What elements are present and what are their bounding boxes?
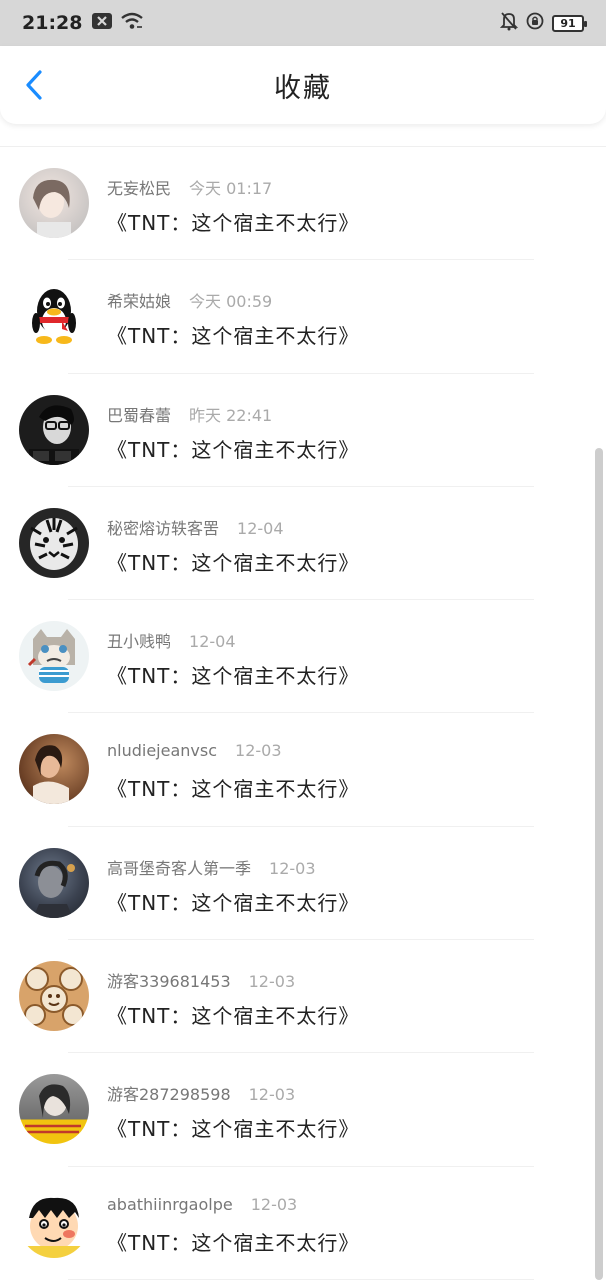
user-name: 游客339681453 (107, 972, 231, 992)
user-name: nludiejeanvsc (107, 741, 218, 761)
notification-x-icon (92, 13, 113, 33)
back-button[interactable] (18, 68, 50, 102)
avatar (19, 734, 89, 805)
book-title: 《TNT：这个宿主不太行》 (107, 664, 360, 689)
header-bar: 收藏 (0, 46, 606, 124)
status-left-icons (92, 12, 144, 34)
timestamp: 昨天 22:41 (189, 405, 273, 425)
avatar (19, 621, 89, 692)
battery-indicator: 91 (552, 14, 587, 32)
tiger-avatar-icon (30, 517, 78, 570)
status-right-icons: 91 (499, 11, 587, 35)
book-title: 《TNT：这个宿主不太行》 (107, 437, 360, 462)
user-name: 巴蜀春蕾 (107, 405, 172, 425)
timestamp: 12-03 (250, 1194, 298, 1214)
favorites-list: 无妄松民 今天 01:17 《TNT：这个宿主不太行》 希荣姑娘 今天 00:59 … (0, 146, 606, 1280)
avatar (19, 281, 89, 352)
list-item[interactable]: 巴蜀春蕾 昨天 22:41 《TNT：这个宿主不太行》 (0, 374, 606, 488)
user-name: 秘密熔访轶客罟 (107, 518, 220, 538)
avatar (19, 847, 89, 918)
avatar (19, 168, 89, 238)
book-title: 《TNT：这个宿主不太行》 (107, 777, 360, 802)
list-item[interactable]: 无妄松民 今天 01:17 《TNT：这个宿主不太行》 (0, 147, 606, 261)
favorites-screen: 21:28 91 收藏 无妄松民 今天 01:17 《TNT：这个宿主不太行》 … (0, 0, 606, 1280)
book-title: 《TNT：这个宿主不太行》 (107, 1004, 360, 1029)
avatar (19, 1187, 89, 1258)
status-time: 21:28 (22, 12, 83, 34)
timestamp: 12-04 (189, 632, 236, 652)
list-item[interactable]: 游客339681453 12-03 《TNT：这个宿主不太行》 (0, 940, 606, 1054)
user-name: 高哥堡奇客人第一季 (107, 858, 252, 878)
list-item[interactable]: 秘密熔访轶客罟 12-04 《TNT：这个宿主不太行》 (0, 487, 606, 601)
wifi-icon (120, 12, 144, 34)
grumpy-cat-avatar-icon (27, 629, 75, 684)
book-title: 《TNT：这个宿主不太行》 (107, 211, 360, 235)
user-name: abathiinrgaolpe (107, 1194, 233, 1214)
list-item[interactable]: abathiinrgaolpe 12-03 《TNT：这个宿主不太行》 (0, 1167, 606, 1280)
timestamp: 12-03 (248, 972, 296, 992)
book-title: 《TNT：这个宿主不太行》 (107, 1230, 360, 1255)
mute-bell-icon (499, 11, 519, 35)
timestamp: 12-03 (269, 858, 316, 878)
timestamp: 12-03 (248, 1085, 296, 1105)
page-title: 收藏 (274, 72, 332, 104)
dnd-icon (526, 12, 544, 34)
cartoon-boy-avatar-icon (27, 1197, 81, 1258)
user-name: 无妄松民 (107, 179, 172, 198)
timestamp: 今天 01:17 (189, 179, 273, 198)
list-item[interactable]: 游客287298598 12-03 《TNT：这个宿主不太行》 (0, 1053, 606, 1167)
user-name: 希荣姑娘 (107, 292, 172, 312)
list-item[interactable]: nludiejeanvsc 12-03 《TNT：这个宿主不太行》 (0, 713, 606, 828)
penguin-avatar-icon (32, 289, 76, 345)
list-item[interactable]: 高哥堡奇客人第一季 12-03 《TNT：这个宿主不太行》 (0, 827, 606, 941)
book-title: 《TNT：这个宿主不太行》 (107, 890, 360, 915)
status-bar: 21:28 91 (0, 0, 606, 46)
user-name: 游客287298598 (107, 1085, 231, 1105)
book-title: 《TNT：这个宿主不太行》 (107, 1117, 360, 1142)
book-title: 《TNT：这个宿主不太行》 (107, 324, 360, 349)
back-arrow-icon (26, 70, 42, 100)
list-item[interactable]: 丑小贱鸭 12-04 《TNT：这个宿主不太行》 (0, 600, 606, 714)
timestamp: 今天 00:59 (189, 292, 273, 312)
user-name: 丑小贱鸭 (107, 632, 172, 652)
timestamp: 12-03 (235, 741, 282, 761)
avatar (19, 507, 89, 578)
latte-art-avatar-icon (24, 967, 84, 1027)
book-title: 《TNT：这个宿主不太行》 (107, 550, 360, 575)
avatar (19, 961, 89, 1032)
timestamp: 12-04 (237, 518, 284, 538)
list-item[interactable]: 希荣姑娘 今天 00:59 《TNT：这个宿主不太行》 (0, 260, 606, 374)
avatar (19, 394, 89, 465)
avatar (19, 1074, 89, 1145)
scrollbar[interactable] (595, 448, 603, 1280)
